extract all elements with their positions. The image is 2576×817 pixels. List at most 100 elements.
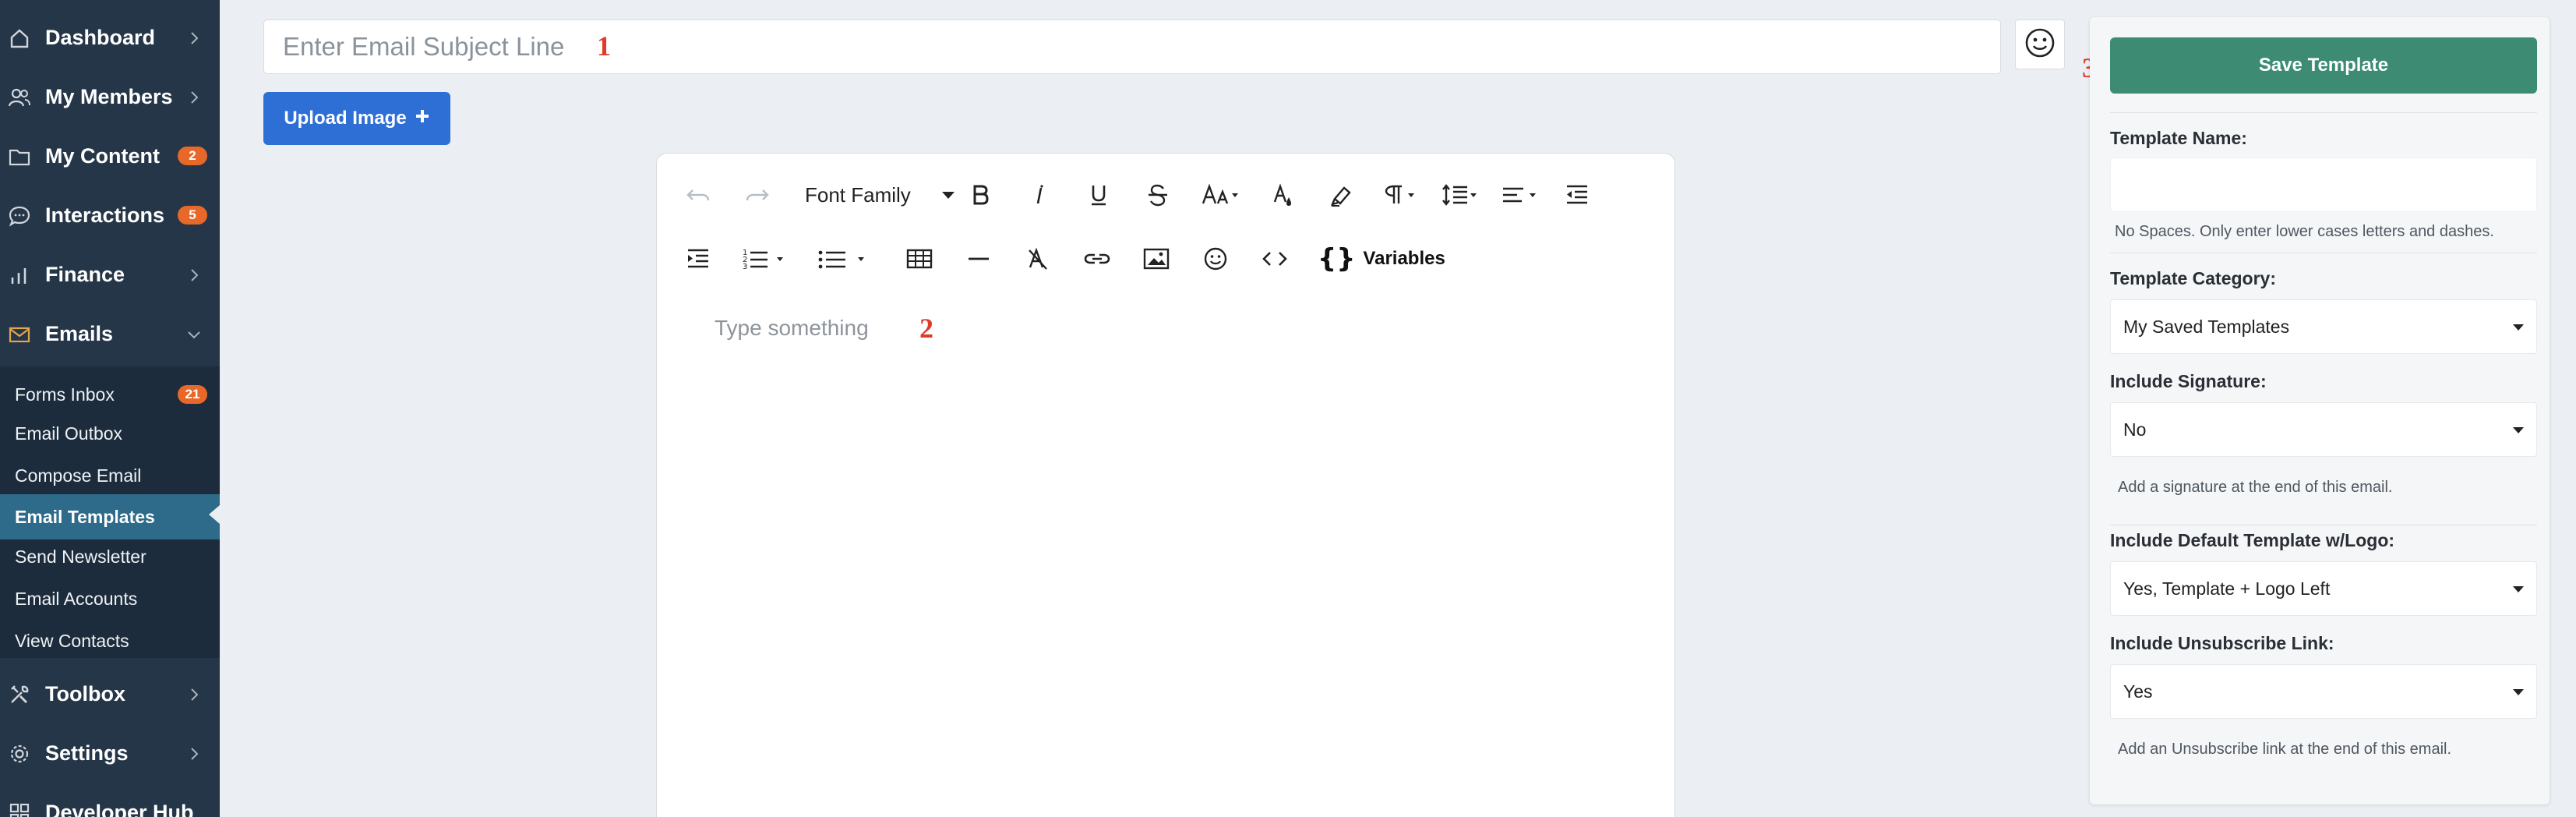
chevron-right-icon: [185, 265, 203, 282]
include-unsubscribe-label: Include Unsubscribe Link:: [2110, 633, 2334, 653]
signature-help: Add a signature at the end of this email…: [2110, 479, 2537, 525]
divider: [2110, 112, 2537, 113]
outdent-button[interactable]: [1558, 175, 1597, 214]
template-name-input[interactable]: [2110, 157, 2537, 212]
submenu-item-email-outbox[interactable]: Email Outbox: [0, 413, 220, 454]
insert-table-button[interactable]: [900, 239, 939, 278]
gear-icon: [8, 742, 31, 766]
editor-body[interactable]: Type something: [715, 316, 869, 341]
nav-item-dashboard[interactable]: Dashboard: [0, 16, 220, 59]
bold-icon: [967, 182, 993, 208]
line-height-dropdown[interactable]: [1438, 175, 1487, 214]
editor-placeholder: Type something: [715, 316, 869, 340]
paragraph-format-dropdown[interactable]: [1378, 175, 1428, 214]
template-settings-panel: Save Template Template Name: No Spaces. …: [2090, 17, 2550, 805]
include-signature-label: Include Signature:: [2110, 371, 2267, 391]
template-category-value: My Saved Templates: [2123, 316, 2290, 337]
nav-label: My Content: [45, 143, 160, 168]
highlighter-icon: [1329, 182, 1355, 208]
submenu-label: Email Outbox: [15, 423, 123, 444]
nav-item-toolbox[interactable]: Toolbox: [0, 672, 220, 716]
indent-icon: [685, 246, 711, 272]
annotation-marker-1: 1: [597, 30, 611, 62]
redo-button[interactable]: [738, 175, 777, 214]
insert-emoji-button[interactable]: [1196, 239, 1235, 278]
nav-item-my-content[interactable]: My Content 2: [0, 134, 220, 178]
font-size-icon: [1201, 182, 1244, 208]
include-default-template-select[interactable]: Yes, Template + Logo Left: [2110, 561, 2537, 616]
submenu-item-compose-email[interactable]: Compose Email: [0, 455, 220, 496]
submenu-item-forms-inbox[interactable]: Forms Inbox 21: [0, 374, 220, 415]
nav-label: Finance: [45, 262, 125, 286]
envelope-icon: [8, 323, 31, 346]
nav-label: Developer Hub: [45, 800, 194, 817]
bold-button[interactable]: [961, 175, 1000, 214]
chevron-down-icon: [185, 324, 203, 341]
line-height-icon: [1441, 182, 1484, 208]
grid-icon: [8, 801, 31, 817]
variables-button[interactable]: {} Variables: [1318, 239, 1445, 278]
highlight-button[interactable]: [1322, 175, 1361, 214]
ordered-list-dropdown[interactable]: 123: [738, 239, 794, 278]
save-template-button[interactable]: Save Template: [2110, 37, 2537, 94]
upload-image-button[interactable]: Upload Image: [263, 92, 450, 145]
caret-down-icon: [2513, 324, 2524, 331]
count-badge: 2: [178, 147, 207, 165]
template-name-help: No Spaces. Only enter lower cases letter…: [2115, 223, 2494, 240]
undo-button[interactable]: [679, 175, 718, 214]
submenu-item-email-accounts[interactable]: Email Accounts: [0, 578, 220, 619]
underline-button[interactable]: [1079, 175, 1118, 214]
outdent-icon: [1564, 182, 1590, 208]
italic-button[interactable]: [1020, 175, 1059, 214]
strikethrough-button[interactable]: [1138, 175, 1177, 214]
rich-text-editor: Font Family 123 {} Variables Type someth…: [656, 153, 1675, 817]
nav-item-interactions[interactable]: Interactions 5: [0, 193, 220, 237]
nav-item-settings[interactable]: Settings: [0, 731, 220, 775]
horizontal-line-button[interactable]: [959, 239, 998, 278]
unordered-list-dropdown[interactable]: [813, 239, 875, 278]
image-icon: [1142, 246, 1170, 272]
font-family-dropdown[interactable]: Font Family: [805, 175, 955, 214]
text-color-button[interactable]: [1263, 175, 1302, 214]
submenu-item-send-newsletter[interactable]: Send Newsletter: [0, 536, 220, 577]
template-category-label: Template Category:: [2110, 268, 2277, 288]
count-badge: 21: [178, 385, 207, 404]
submenu-label: Email Accounts: [15, 588, 138, 609]
pilcrow-icon: [1382, 182, 1425, 208]
indent-button[interactable]: [679, 239, 718, 278]
submenu-label: View Contacts: [15, 630, 129, 651]
count-badge: 5: [178, 206, 207, 225]
undo-icon: [685, 182, 711, 208]
chevron-right-icon: [185, 684, 203, 702]
sidebar: Dashboard My Members My Content 2 Intera…: [0, 0, 220, 817]
chat-icon: [8, 204, 31, 228]
submenu-item-email-templates[interactable]: Email Templates: [0, 494, 220, 539]
insert-link-button[interactable]: [1078, 239, 1117, 278]
underline-icon: [1085, 182, 1112, 208]
ordered-list-icon: 123: [741, 246, 791, 272]
plus-icon: [415, 108, 430, 129]
submenu-label: Compose Email: [15, 465, 142, 486]
subject-emoji-button[interactable]: [2015, 19, 2065, 69]
align-left-icon: [1500, 182, 1544, 208]
submenu-item-view-contacts[interactable]: View Contacts: [0, 621, 220, 661]
align-dropdown[interactable]: [1497, 175, 1547, 214]
nav-item-emails[interactable]: Emails: [0, 312, 220, 355]
font-size-dropdown[interactable]: [1198, 175, 1247, 214]
bullet-list-icon: [816, 246, 872, 272]
tools-icon: [8, 683, 31, 706]
upload-label: Upload Image: [284, 108, 407, 129]
caret-down-icon: [2513, 586, 2524, 592]
insert-image-button[interactable]: [1137, 239, 1176, 278]
code-icon: [1261, 246, 1289, 272]
include-unsubscribe-select[interactable]: Yes: [2110, 664, 2537, 719]
clear-formatting-button[interactable]: [1018, 239, 1057, 278]
subject-input[interactable]: [283, 20, 1981, 73]
nav-item-my-members[interactable]: My Members: [0, 75, 220, 118]
nav-item-finance[interactable]: Finance: [0, 253, 220, 296]
include-signature-select[interactable]: No: [2110, 402, 2537, 457]
template-category-select[interactable]: My Saved Templates: [2110, 299, 2537, 354]
variables-label: Variables: [1363, 248, 1445, 269]
code-view-button[interactable]: [1255, 239, 1294, 278]
nav-item-developer-hub[interactable]: Developer Hub: [0, 790, 220, 817]
